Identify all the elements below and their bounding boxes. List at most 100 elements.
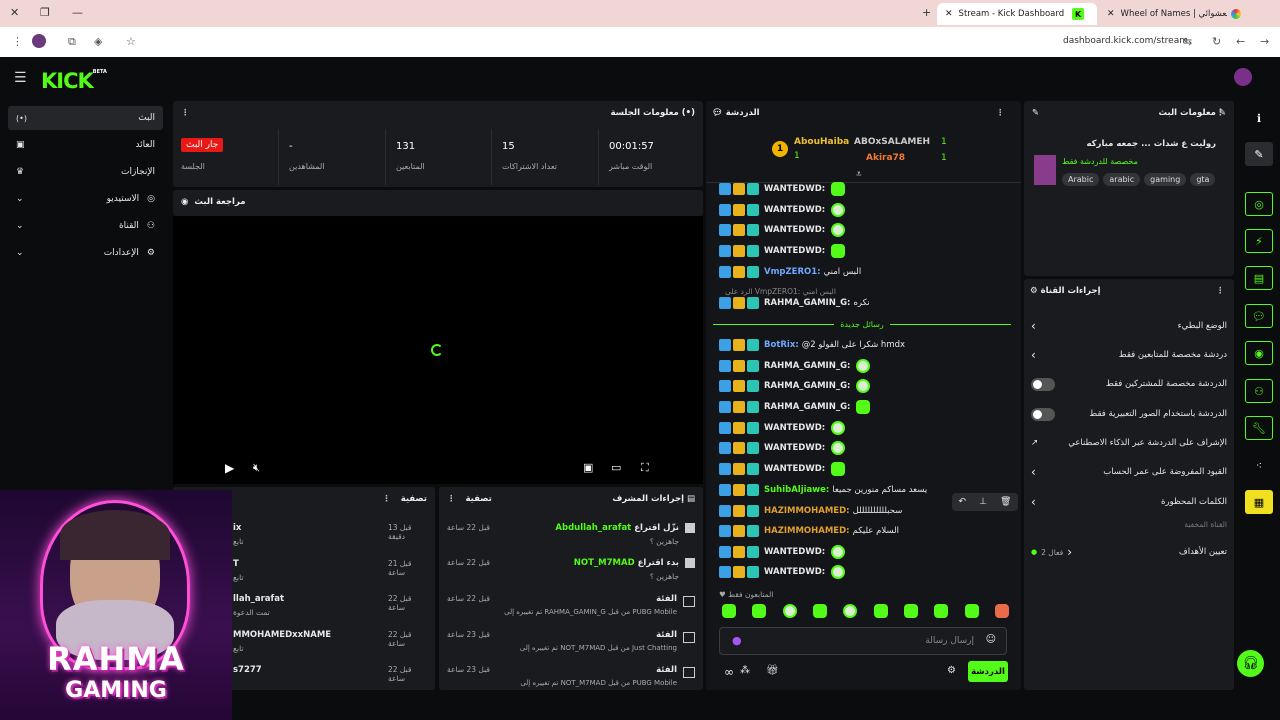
emote-icon[interactable]	[831, 462, 846, 476]
panel-menu-icon[interactable]: ⋮	[1216, 108, 1225, 118]
extensions-icon[interactable]: ⧉	[68, 35, 76, 49]
chat-send-button[interactable]: الدردشة	[968, 661, 1008, 682]
panel-menu-icon[interactable]: ⋮	[382, 494, 391, 504]
chat-message[interactable]: RAHMA_GAMIN_G:	[719, 377, 871, 395]
kick-logo[interactable]: KICKBETA	[41, 69, 107, 93]
notepad-icon[interactable]: ▦	[1245, 490, 1273, 514]
collapse-icon[interactable]: ⩡	[856, 169, 862, 180]
fullscreen-icon[interactable]: ⛶	[641, 461, 649, 475]
emote-icon[interactable]	[934, 604, 949, 618]
new-tab-icon[interactable]: +	[922, 6, 931, 19]
channel-action-row[interactable]: الإشراف على الدردشة عبر الذكاء الاصطناعي…	[1031, 434, 1227, 452]
chat-message[interactable]: WANTEDWD:	[719, 543, 846, 561]
sidebar-item-channel[interactable]: ⌄ القناة ⚇	[8, 214, 163, 238]
filter-button[interactable]: تصفية	[466, 494, 492, 504]
emote-icon[interactable]	[831, 421, 846, 435]
poll-icon[interactable]: ⁂	[740, 665, 750, 676]
chat-message[interactable]: WANTEDWD:	[719, 180, 846, 198]
chat-username[interactable]: WANTEDWD:	[764, 423, 825, 433]
chat-username[interactable]: RAHMA_GAMIN_G:	[764, 361, 850, 371]
theater-icon[interactable]: ▭	[611, 461, 621, 474]
emote-icon[interactable]	[812, 604, 827, 618]
emote-icon[interactable]	[831, 223, 846, 237]
pip-icon[interactable]: ▣	[583, 461, 593, 474]
delete-icon[interactable]: 🗑︎	[1000, 497, 1011, 507]
set-goals-row[interactable]: تعيين الأهداف ● فعال 2 ›	[1031, 543, 1227, 561]
chat-username[interactable]: WANTEDWD:	[764, 464, 825, 474]
sidebar-item-studio[interactable]: ⌄ الاستيديو ◎	[8, 187, 163, 211]
emote-icon[interactable]	[903, 604, 918, 618]
tag[interactable]: Arabic	[1062, 173, 1100, 186]
emote-icon[interactable]	[722, 604, 736, 618]
channel-action-row[interactable]: الدردشة مخصصة للمشتركين فقط	[1031, 375, 1227, 393]
play-icon[interactable]: ▶	[225, 461, 234, 475]
gift-icon[interactable]: 🎁︎	[766, 665, 779, 676]
filter-button[interactable]: تصفية	[401, 494, 427, 504]
channel-action-row[interactable]: دردشة مخصصة للمتابعين فقط ›	[1031, 346, 1227, 364]
tab-kick-dashboard[interactable]: ✕ Stream - Kick Dashboard K	[937, 3, 1097, 25]
chat-username[interactable]: SuhibAljiawe:	[764, 485, 829, 495]
site-settings-icon[interactable]: ⇆	[1183, 35, 1192, 48]
panel-menu-icon[interactable]: ⋮	[447, 494, 456, 504]
chat-username[interactable]: WANTEDWD:	[764, 205, 825, 215]
emote-icon[interactable]	[831, 441, 846, 455]
minimize-window-icon[interactable]: —	[72, 6, 83, 19]
mute-icon[interactable]: 🔇︎	[253, 461, 260, 475]
user-avatar[interactable]	[1234, 68, 1252, 86]
chat-username[interactable]: RAHMA_GAMIN_G:	[764, 402, 850, 412]
channel-action-row[interactable]: القيود المفروضة على عمر الحساب ›	[1031, 463, 1227, 481]
apps-icon[interactable]: ⁖	[1245, 453, 1273, 477]
chat-username[interactable]: HAZIMMOHAMED:	[764, 526, 850, 536]
chat-username[interactable]: BotRix:	[764, 340, 799, 350]
hamburger-menu-icon[interactable]: ☰	[14, 70, 27, 86]
chat-message[interactable]: RAHMA_GAMIN_G:	[719, 357, 871, 375]
sidebar-item-stream[interactable]: (•) البث	[8, 106, 163, 130]
chat-input[interactable]: ● إرسال رسالة ☺	[719, 627, 1007, 655]
bookmark-star-icon[interactable]: ☆	[126, 35, 136, 48]
leader-name[interactable]: AbouHaiba	[794, 137, 849, 147]
emote-icon[interactable]	[856, 359, 871, 373]
chat-settings-icon[interactable]: ⚙	[947, 665, 956, 676]
info-icon[interactable]: ℹ	[1245, 106, 1273, 130]
emote-icon[interactable]	[782, 604, 797, 618]
chat-username[interactable]: WANTEDWD:	[764, 443, 825, 453]
toggle-switch[interactable]	[1031, 377, 1055, 391]
tag[interactable]: gaming	[1144, 173, 1187, 186]
emote-icon[interactable]	[752, 604, 767, 618]
toggle-switch[interactable]	[1031, 407, 1055, 421]
chat-username[interactable]: WANTEDWD:	[764, 225, 825, 235]
emote-icon[interactable]	[856, 379, 871, 393]
emote-icon[interactable]	[831, 244, 846, 258]
panel-menu-icon[interactable]: ⋮	[1216, 286, 1225, 296]
chat-message[interactable]: HAZIMMOHAMED: سحبللللللللللل	[719, 502, 902, 520]
chat-username[interactable]: WANTEDWD:	[764, 184, 825, 194]
emoji-icon[interactable]: ☺	[986, 634, 996, 645]
chat-message[interactable]: RAHMA_GAMIN_G: نكره	[719, 294, 870, 312]
sidebar-item-achievements[interactable]: ♛ الإنجازات	[8, 160, 163, 184]
leader-name[interactable]: Akira78	[866, 153, 905, 163]
chat-message[interactable]: VmpZERO1: البس امني	[719, 263, 861, 281]
chat-message[interactable]: WANTEDWD:	[719, 221, 846, 239]
emote-icon[interactable]	[856, 400, 871, 414]
emote-icon[interactable]	[831, 565, 846, 579]
shield-icon[interactable]: ◈	[94, 35, 102, 48]
note-icon[interactable]: ▤	[1245, 266, 1273, 290]
channel-action-row[interactable]: الكلمات المحظورة ›	[1031, 493, 1227, 511]
edit-icon[interactable]: ✎	[1245, 142, 1273, 166]
target-icon[interactable]: ◎	[1245, 192, 1273, 216]
chat-message[interactable]: RAHMA_GAMIN_G:	[719, 398, 871, 416]
broadcast-icon[interactable]: ◉	[1245, 341, 1273, 365]
infinity-icon[interactable]: ∞	[724, 665, 734, 679]
restore-window-icon[interactable]: ❐	[40, 6, 50, 19]
chat-username[interactable]: VmpZERO1:	[764, 267, 821, 277]
chat-message[interactable]: HAZIMMOHAMED: السلام عليكم	[719, 522, 899, 540]
tag[interactable]: gta	[1190, 173, 1216, 186]
close-window-icon[interactable]: ✕	[10, 6, 19, 19]
chat-username[interactable]: RAHMA_GAMIN_G:	[764, 298, 850, 308]
panel-menu-icon[interactable]: ⋮	[996, 108, 1005, 118]
chat-message[interactable]: WANTEDWD:	[719, 201, 846, 219]
channel-action-row[interactable]: الدردشة باستخدام الصور التعبيرية فقط	[1031, 405, 1227, 423]
channel-action-row[interactable]: الوضع البطيء ›	[1031, 317, 1227, 335]
emote-icon[interactable]	[994, 604, 1009, 618]
emote-icon[interactable]	[831, 545, 846, 559]
